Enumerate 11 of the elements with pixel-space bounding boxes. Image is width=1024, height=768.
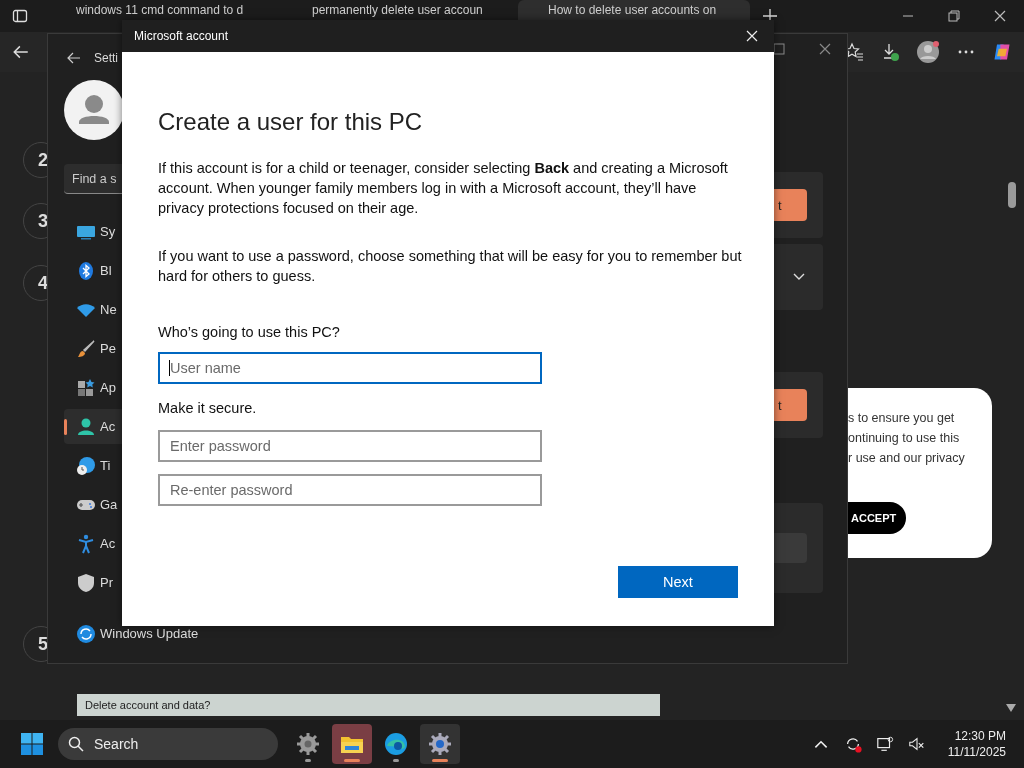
info-paragraph: If this account is for a child or teenager, consider selecting Back and creating a Microsoft account. When younger family members log in with a Microsoft account, they’ll have privacy protections focused on their age. — [158, 159, 729, 218]
dialog-title: Microsoft account — [134, 29, 229, 43]
field-label: Make it secure. — [158, 400, 257, 416]
cookie-text: ontinuing to use this — [848, 430, 961, 447]
cookie-text: r use and our privacy — [848, 450, 966, 467]
info-paragraph: If you want to use a password, choose something that will be easy for you to remember but hard for others to guess. — [158, 247, 743, 286]
dialog-heading: Create a user for this PC — [158, 108, 423, 136]
window-title: Setti — [94, 51, 118, 65]
cookie-text: s to ensure you get — [848, 410, 956, 427]
field-label: Who’s going to use this PC? — [158, 324, 340, 340]
delete-account-bar: Delete account and data? — [77, 694, 660, 716]
